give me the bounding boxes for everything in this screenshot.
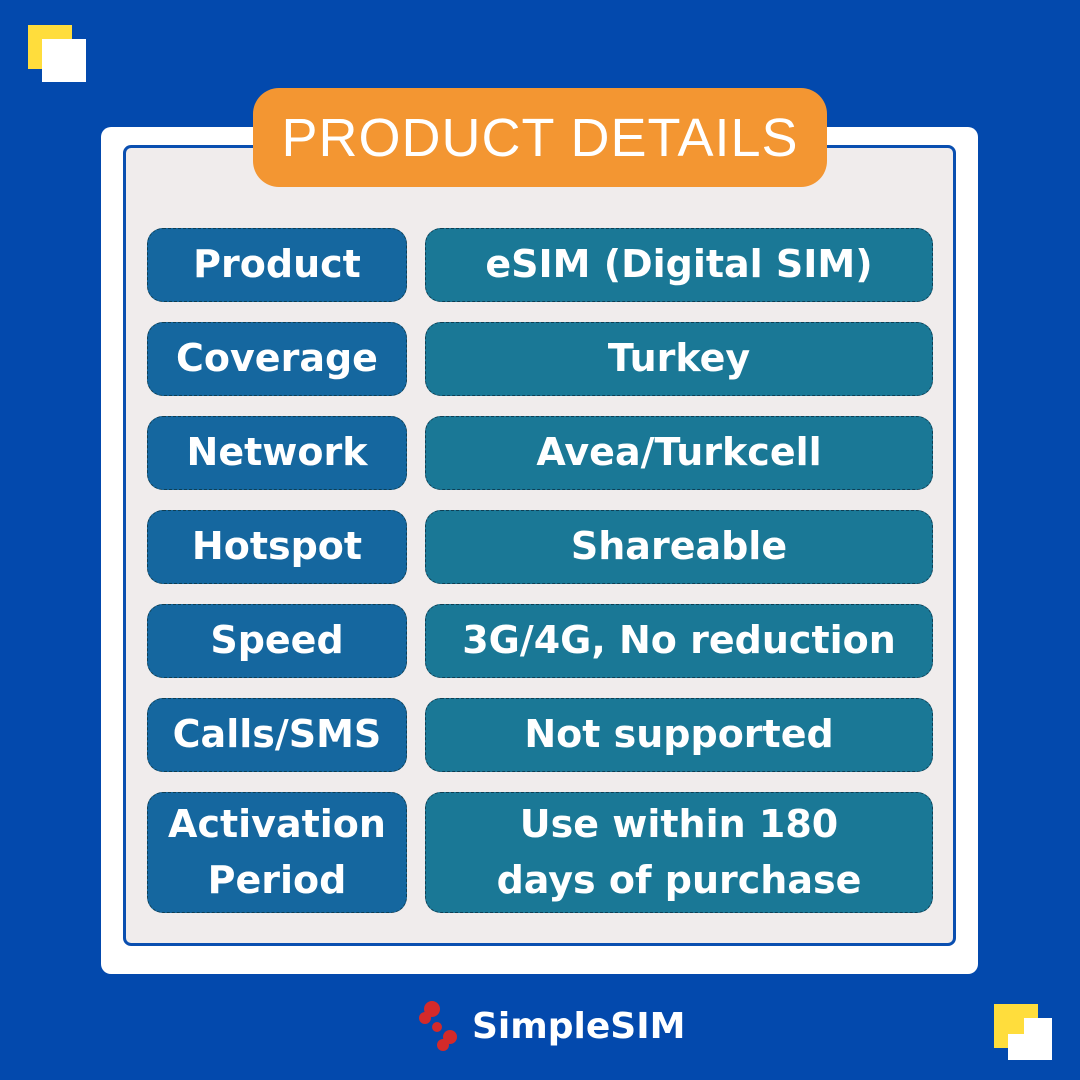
row-value: Avea/Turkcell — [425, 416, 933, 490]
row-label: Network — [147, 416, 407, 490]
row-label: Activation Period — [147, 792, 407, 913]
row-label: Calls/SMS — [147, 698, 407, 772]
simplesim-logo-icon — [419, 1001, 457, 1051]
row-label: Coverage — [147, 322, 407, 396]
row-label: Speed — [147, 604, 407, 678]
decor-square-yellow — [994, 1004, 1024, 1034]
row-value: Not supported — [425, 698, 933, 772]
page-title: PRODUCT DETAILS — [253, 88, 827, 187]
row-value: Use within 180 days of purchase — [425, 792, 933, 913]
row-value: 3G/4G, No reduction — [425, 604, 933, 678]
row-label: Hotspot — [147, 510, 407, 584]
row-label: Product — [147, 228, 407, 302]
row-value: Turkey — [425, 322, 933, 396]
row-value: eSIM (Digital SIM) — [425, 228, 933, 302]
row-value: Shareable — [425, 510, 933, 584]
decor-square-white — [42, 39, 86, 82]
brand-name: SimpleSIM — [472, 1005, 686, 1047]
brand-logo: SimpleSIM — [418, 1000, 685, 1052]
